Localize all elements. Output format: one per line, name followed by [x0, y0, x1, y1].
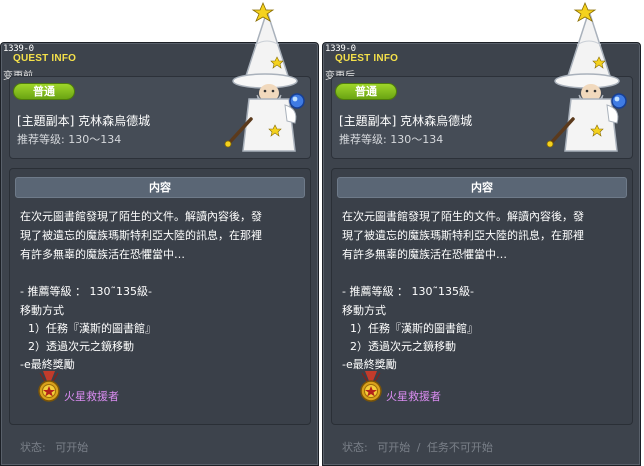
move-method-2: 2）透過次元之鏡移動 [350, 340, 456, 353]
quest-info-panel-before: 1339-0 QUEST INFO 变更前 普通 [主題副本] 克林森烏德城 推… [0, 1, 319, 466]
medal-icon [38, 371, 60, 402]
description-line: 現了被遺忘的魔族瑪斯特利亞大陸的訊息，在那裡 [20, 229, 262, 242]
quest-status: 状态: 可开始 [20, 439, 88, 455]
quest-description: 在次元圖書館發現了陌生的文件。解讀內容後，發 現了被遺忘的魔族瑪斯特利亞大陸的訊… [20, 207, 310, 264]
content-header: 内容 [15, 177, 305, 198]
recommended-level: 推荐等级: 130～134 [339, 133, 444, 146]
recommended-level-line: - 推薦等級 ： 130˜135級- [342, 285, 474, 298]
reward-name[interactable]: 火星救援者 [386, 388, 441, 404]
description-line: 有許多無辜的魔族活在恐懼當中… [342, 248, 507, 261]
status-separator: / [416, 441, 421, 454]
move-method-1: 1）任務『漢斯的圖書館』 [28, 322, 156, 335]
status-label: 状态: [342, 441, 368, 454]
final-reward-title: -e最終獎勵 [20, 358, 75, 371]
move-method-1: 1）任務『漢斯的圖書館』 [350, 322, 478, 335]
description-line: 現了被遺忘的魔族瑪斯特利亞大陸的訊息，在那裡 [342, 229, 584, 242]
quest-info-title: QUEST INFO [335, 53, 399, 64]
move-method-title: 移動方式 [342, 304, 386, 317]
status-value: 可开始 [55, 441, 89, 454]
description-line: 在次元圖書館發現了陌生的文件。解讀內容後，發 [20, 210, 262, 223]
wizard-npc-icon [223, 1, 306, 153]
description-line: 有許多無辜的魔族活在恐懼當中… [20, 248, 185, 261]
status-label: 状态: [20, 441, 46, 454]
final-reward-title: -e最終獎勵 [342, 358, 397, 371]
status-value: 任务不可开始 [426, 441, 493, 454]
recommended-level: 推荐等级: 130～134 [17, 133, 122, 146]
quest-description: 在次元圖書館發現了陌生的文件。解讀內容後，發 現了被遺忘的魔族瑪斯特利亞大陸的訊… [342, 207, 632, 264]
quest-info-panel-after: 1339-0 QUEST INFO 变更后 普通 [主題副本] 克林森烏德城 推… [322, 1, 641, 466]
move-method-title: 移動方式 [20, 304, 64, 317]
quest-title: [主題副本] 克林森烏德城 [17, 114, 151, 128]
medal-icon [360, 371, 382, 402]
status-value: 可开始 [377, 441, 411, 454]
move-method-2: 2）透過次元之鏡移動 [28, 340, 134, 353]
reward-name[interactable]: 火星救援者 [64, 388, 119, 404]
wizard-npc-icon [545, 1, 628, 153]
content-header: 内容 [337, 177, 627, 198]
quest-info-title: QUEST INFO [13, 53, 77, 64]
quest-status: 状态: 可开始 / 任务不可开始 [342, 439, 493, 455]
recommended-level-line: - 推薦等級 ： 130˜135級- [20, 285, 152, 298]
quest-type-badge: 普通 [13, 83, 75, 100]
quest-type-badge: 普通 [335, 83, 397, 100]
quest-title: [主題副本] 克林森烏德城 [339, 114, 473, 128]
description-line: 在次元圖書館發現了陌生的文件。解讀內容後，發 [342, 210, 584, 223]
